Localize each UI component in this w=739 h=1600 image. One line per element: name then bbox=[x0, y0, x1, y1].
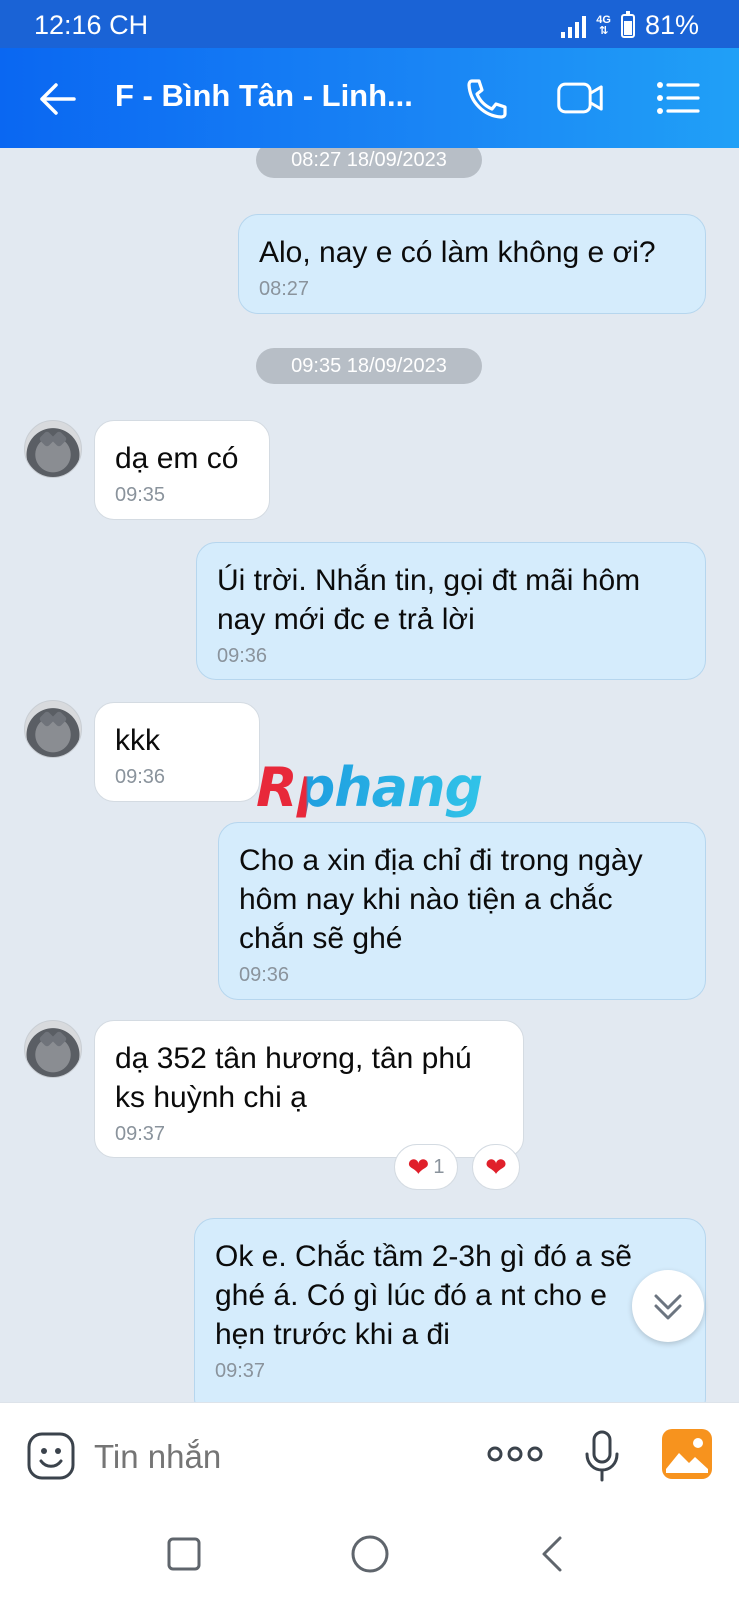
message-composer bbox=[0, 1402, 739, 1510]
heart-reaction-icon: ❤ bbox=[407, 1152, 430, 1182]
back-nav-icon[interactable] bbox=[532, 1532, 576, 1576]
recent-apps-icon[interactable] bbox=[162, 1532, 206, 1576]
chat-header: F - Bình Tân - Linh... bbox=[0, 48, 739, 148]
watermark-logo: Rphang bbox=[256, 756, 483, 819]
message-time: 09:36 bbox=[115, 766, 166, 788]
image-gallery-icon[interactable] bbox=[662, 1429, 712, 1479]
network-indicator: 4G ⇅ bbox=[596, 13, 611, 37]
message-time: 09:36 bbox=[239, 964, 290, 986]
message-time: 09:36 bbox=[217, 645, 268, 667]
network-label: 4G bbox=[596, 13, 611, 26]
message-bubble-outgoing[interactable]: Alo, nay e có làm không e ơi? 08:27 bbox=[238, 214, 706, 314]
date-separator: 08:27 18/09/2023 bbox=[256, 148, 482, 178]
message-input[interactable] bbox=[94, 1435, 454, 1479]
message-bubble-outgoing[interactable]: Cho a xin địa chỉ đi trong ngày hôm nay … bbox=[218, 822, 706, 1000]
message-text: Alo, nay e có làm không e ơi? bbox=[259, 236, 656, 269]
message-bubble-outgoing[interactable]: Ok e. Chắc tầm 2-3h gì đó a sẽ ghé á. Có… bbox=[194, 1218, 706, 1402]
status-bar: 12:16 CH 4G ⇅ 81% bbox=[0, 0, 739, 48]
battery-level: 81% bbox=[644, 10, 699, 40]
status-time: 12:16 CH bbox=[34, 10, 149, 40]
contact-avatar[interactable] bbox=[24, 420, 82, 478]
message-text: dạ em có bbox=[115, 442, 239, 475]
heart-icon: ❤ bbox=[485, 1152, 507, 1182]
double-chevron-down-icon bbox=[654, 1294, 682, 1320]
contact-avatar[interactable] bbox=[24, 700, 82, 758]
system-navigation-bar bbox=[0, 1510, 739, 1600]
conversation-title[interactable]: F - Bình Tân - Linh... bbox=[115, 78, 415, 114]
add-reaction-button[interactable]: ❤ bbox=[472, 1144, 520, 1190]
message-text: Ok e. Chắc tầm 2-3h gì đó a sẽ ghé á. Có… bbox=[215, 1240, 632, 1351]
message-time: 09:37 bbox=[115, 1123, 166, 1145]
message-bubble-incoming[interactable]: dạ 352 tân hương, tân phú ks huỳnh chi ạ… bbox=[94, 1020, 524, 1158]
reaction-count: 1 bbox=[433, 1155, 445, 1178]
message-time: 09:35 bbox=[115, 484, 166, 506]
phone-call-icon[interactable] bbox=[462, 76, 510, 120]
back-arrow-icon[interactable] bbox=[36, 78, 78, 120]
more-options-icon[interactable] bbox=[486, 1441, 544, 1467]
menu-list-icon[interactable] bbox=[654, 76, 702, 120]
scroll-to-bottom-button[interactable] bbox=[632, 1270, 704, 1342]
message-list[interactable]: 08:27 18/09/2023 Alo, nay e có làm không… bbox=[0, 148, 739, 1402]
message-text: Cho a xin địa chỉ đi trong ngày hôm nay … bbox=[239, 844, 643, 955]
date-separator: 09:35 18/09/2023 bbox=[256, 348, 482, 384]
message-text: kkk bbox=[115, 724, 160, 757]
home-icon[interactable] bbox=[348, 1532, 392, 1576]
status-icons: 4G ⇅ 81% bbox=[561, 10, 699, 41]
emoji-sticker-icon[interactable] bbox=[26, 1431, 76, 1481]
contact-avatar[interactable] bbox=[24, 1020, 82, 1078]
signal-icon bbox=[561, 14, 587, 38]
message-time: 09:37 bbox=[215, 1360, 266, 1382]
message-bubble-incoming[interactable]: kkk 09:36 bbox=[94, 702, 260, 802]
reaction-summary[interactable]: ❤ 1 bbox=[394, 1144, 458, 1190]
message-bubble-outgoing[interactable]: Úi trời. Nhắn tin, gọi đt mãi hôm nay mớ… bbox=[196, 542, 706, 680]
microphone-icon[interactable] bbox=[582, 1429, 622, 1483]
message-bubble-incoming[interactable]: dạ em có 09:35 bbox=[94, 420, 270, 520]
battery-icon bbox=[620, 10, 635, 38]
message-text: Úi trời. Nhắn tin, gọi đt mãi hôm nay mớ… bbox=[217, 564, 641, 636]
video-call-icon[interactable] bbox=[556, 76, 604, 120]
message-text: dạ 352 tân hương, tân phú ks huỳnh chi ạ bbox=[115, 1042, 472, 1114]
message-time: 08:27 bbox=[259, 278, 310, 300]
